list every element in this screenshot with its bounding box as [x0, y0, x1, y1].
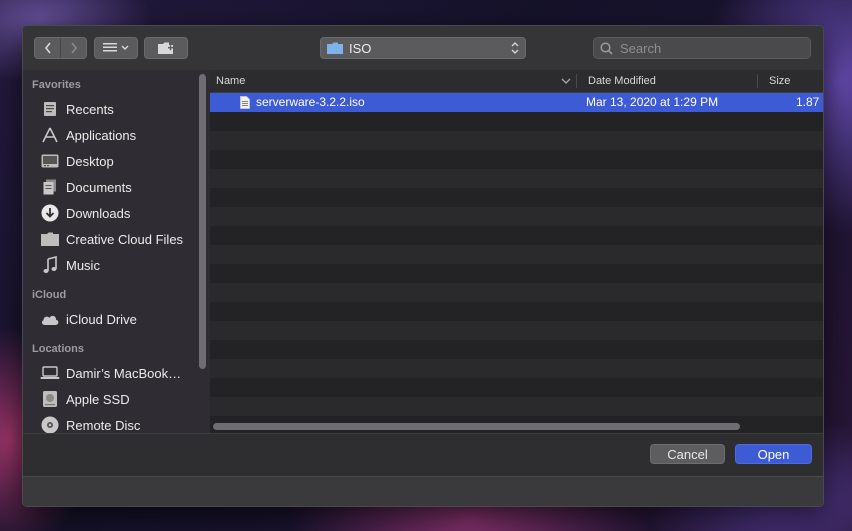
open-button-label: Open	[757, 446, 790, 462]
view-options-button[interactable]	[94, 37, 138, 59]
toolbar: ISO	[23, 26, 823, 70]
cancel-button-label: Cancel	[667, 446, 708, 462]
file-rows: serverware-3.2.2.iso Mar 13, 2020 at 1:2…	[210, 93, 823, 433]
empty-row	[210, 283, 823, 302]
document-icon	[240, 96, 250, 109]
search-field[interactable]	[593, 37, 811, 59]
file-date: Mar 13, 2020 at 1:29 PM	[586, 95, 719, 109]
empty-row	[210, 302, 823, 321]
sidebar-item-icloud-drive[interactable]: iCloud Drive	[23, 306, 210, 332]
cancel-button[interactable]: Cancel	[650, 444, 725, 464]
sidebar-item-macbook[interactable]: Damir’s MacBook…	[23, 360, 210, 386]
column-size-label: Size	[769, 75, 791, 87]
open-file-dialog: ISO Favorites Recents Applications	[22, 25, 824, 507]
folder-icon	[327, 42, 343, 54]
column-separator	[576, 74, 577, 88]
empty-row	[210, 264, 823, 283]
empty-row	[210, 169, 823, 188]
empty-row	[210, 245, 823, 264]
empty-row	[210, 131, 823, 150]
sidebar-item-documents[interactable]: Documents	[23, 174, 210, 200]
sidebar-item-apple-ssd[interactable]: Apple SSD	[23, 386, 210, 412]
search-icon	[600, 41, 613, 55]
empty-row	[210, 150, 823, 169]
sidebar-item-label: Apple SSD	[66, 391, 130, 407]
open-button[interactable]: Open	[735, 444, 812, 464]
column-separator	[757, 74, 758, 88]
new-folder-button[interactable]	[144, 37, 188, 59]
sidebar: Favorites Recents Applications Desktop D…	[23, 70, 210, 433]
chevron-left-icon	[44, 42, 51, 54]
sidebar-section-favorites: Favorites	[32, 79, 81, 91]
sidebar-item-downloads[interactable]: Downloads	[23, 200, 210, 226]
music-note-icon	[43, 256, 57, 273]
sidebar-item-label: Documents	[66, 179, 132, 195]
empty-row	[210, 207, 823, 226]
sidebar-item-label: Music	[66, 257, 100, 273]
sidebar-item-creative-cloud-files[interactable]: Creative Cloud Files	[23, 226, 210, 252]
dialog-footer: Cancel Open	[23, 433, 823, 476]
cloud-icon	[41, 315, 59, 325]
column-name-label: Name	[216, 75, 246, 87]
clock-icon	[44, 102, 56, 116]
empty-row	[210, 226, 823, 245]
sidebar-section-icloud: iCloud	[32, 289, 67, 301]
search-input[interactable]	[618, 39, 802, 57]
column-size[interactable]: Size	[763, 70, 823, 92]
desktop-icon	[41, 154, 59, 168]
list-view-icon	[103, 43, 129, 52]
empty-row	[210, 340, 823, 359]
sidebar-item-label: Downloads	[66, 205, 131, 221]
column-name[interactable]: Name	[210, 70, 576, 92]
new-folder-icon	[158, 42, 173, 54]
sidebar-item-applications[interactable]: Applications	[23, 122, 210, 148]
empty-row	[210, 397, 823, 416]
horizontal-scrollbar[interactable]	[213, 423, 740, 430]
sidebar-item-label: iCloud Drive	[66, 311, 137, 327]
file-list: Name Date Modified Size serverware-3.2.2…	[210, 70, 823, 433]
sidebar-item-remote-disc[interactable]: Remote Disc	[23, 412, 210, 433]
empty-row	[210, 378, 823, 397]
back-button[interactable]	[35, 38, 61, 58]
folder-icon	[41, 232, 59, 246]
file-name: serverware-3.2.2.iso	[256, 95, 365, 109]
sidebar-item-desktop[interactable]: Desktop	[23, 148, 210, 174]
sidebar-item-label: Damir’s MacBook…	[66, 365, 182, 381]
forward-button[interactable]	[61, 38, 86, 58]
sidebar-item-label: Creative Cloud Files	[66, 231, 184, 247]
column-date-label: Date Modified	[588, 75, 656, 87]
file-size: 1.87	[796, 95, 820, 109]
documents-icon	[43, 179, 56, 195]
empty-row	[210, 359, 823, 378]
location-popup[interactable]: ISO	[320, 37, 526, 59]
download-icon	[41, 204, 59, 222]
sidebar-scrollbar[interactable]	[199, 74, 206, 369]
window-bottom-bar	[23, 476, 823, 506]
history-nav	[34, 37, 87, 59]
applications-icon	[42, 127, 58, 143]
empty-row	[210, 321, 823, 340]
sidebar-item-label: Desktop	[66, 153, 114, 169]
chevron-updown-icon	[511, 42, 519, 54]
column-date-modified[interactable]: Date Modified	[582, 70, 758, 92]
sidebar-item-label: Recents	[66, 101, 114, 117]
sidebar-item-music[interactable]: Music	[23, 252, 210, 278]
disc-icon	[41, 416, 59, 433]
location-label: ISO	[349, 40, 372, 56]
sidebar-section-locations: Locations	[32, 343, 84, 355]
sort-chevron-down-icon	[561, 78, 571, 84]
sidebar-item-label: Applications	[66, 127, 137, 143]
file-row[interactable]: serverware-3.2.2.iso Mar 13, 2020 at 1:2…	[210, 93, 823, 112]
hard-drive-icon	[43, 391, 57, 407]
empty-row	[210, 188, 823, 207]
sidebar-item-recents[interactable]: Recents	[23, 96, 210, 122]
laptop-icon	[40, 366, 60, 379]
sidebar-item-label: Remote Disc	[66, 417, 141, 433]
chevron-right-icon	[70, 42, 77, 54]
column-header: Name Date Modified Size	[210, 70, 823, 93]
empty-row	[210, 112, 823, 131]
